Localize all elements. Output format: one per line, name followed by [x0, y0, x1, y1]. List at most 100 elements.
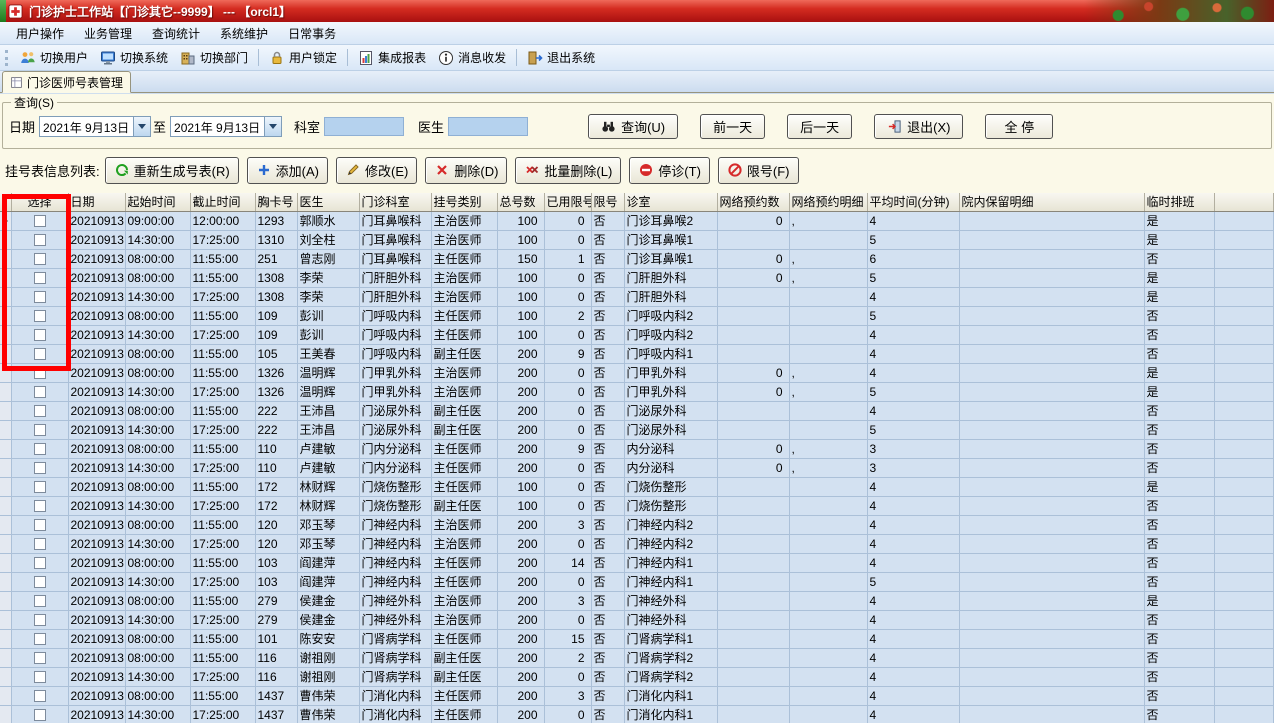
table-row[interactable]: 20210913 14:30:00 17:25:00 1326 温明辉 门甲乳外科 主治医师…: [0, 382, 1274, 402]
column-header-avg-minutes[interactable]: 平均时间(分钟): [867, 193, 960, 212]
regenerate-button[interactable]: 重新生成号表(R): [104, 156, 239, 184]
row-checkbox[interactable]: [34, 576, 46, 589]
date-from-picker[interactable]: 2021年 9月13日: [39, 115, 152, 137]
table-row[interactable]: 20210913 14:30:00 17:25:00 116 谢祖刚 门肾病学科 副主任医 2…: [0, 667, 1274, 687]
column-header-start-time[interactable]: 起始时间: [125, 193, 191, 212]
edit-button[interactable]: 修改(E): [336, 156, 418, 184]
row-checkbox[interactable]: [34, 671, 46, 684]
table-row[interactable]: 20210913 08:00:00 11:55:00 105 王美春 门呼吸内科 副主任医 2…: [0, 344, 1274, 364]
date-to-picker[interactable]: 2021年 9月13日: [170, 115, 283, 137]
menu-system-maint[interactable]: 系统维护: [210, 21, 278, 46]
search-button[interactable]: 查询(U): [588, 113, 679, 139]
table-row[interactable]: 20210913 14:30:00 17:25:00 279 侯建金 门神经外科 主治医师 2…: [0, 610, 1274, 630]
exit-button[interactable]: 退出(X): [874, 113, 964, 139]
toolbar-switch-system[interactable]: 切换系统: [94, 47, 174, 68]
column-header-used-limit[interactable]: 已用限号: [544, 193, 592, 212]
row-checkbox[interactable]: [34, 310, 46, 323]
row-checkbox[interactable]: [34, 405, 46, 418]
row-checkbox[interactable]: [34, 652, 46, 665]
table-row[interactable]: 20210913 14:30:00 17:25:00 172 林财辉 门烧伤整形 副主任医 1…: [0, 496, 1274, 516]
column-header-card-no[interactable]: 胸卡号: [255, 193, 298, 212]
column-header-dept[interactable]: 门诊科室: [359, 193, 432, 212]
stop-visit-button[interactable]: 停诊(T): [629, 156, 710, 184]
table-row[interactable]: 20210913 08:00:00 11:55:00 110 卢建敏 门内分泌科 主任医师 2…: [0, 439, 1274, 459]
table-row[interactable]: 20210913 14:30:00 17:25:00 109 彭训 门呼吸内科 主任医师 10…: [0, 325, 1274, 345]
prev-day-button[interactable]: 前一天: [700, 113, 766, 139]
row-checkbox[interactable]: [34, 481, 46, 494]
row-checkbox[interactable]: [34, 386, 46, 399]
table-row[interactable]: 20210913 14:30:00 17:25:00 110 卢建敏 门内分泌科 主任医师 2…: [0, 458, 1274, 478]
table-row[interactable]: 20210913 14:30:00 17:25:00 103 阎建萍 门神经内科 主任医师 2…: [0, 572, 1274, 592]
menu-business[interactable]: 业务管理: [74, 21, 142, 46]
delete-button[interactable]: 删除(D): [425, 156, 508, 184]
toolbar-switch-dept[interactable]: 切换部门: [174, 47, 254, 68]
table-row[interactable]: 20210913 08:00:00 11:55:00 116 谢祖刚 门肾病学科 副主任医 2…: [0, 648, 1274, 668]
row-checkbox[interactable]: [34, 443, 46, 456]
batch-delete-button[interactable]: 批量删除(L): [515, 156, 622, 184]
row-checkbox[interactable]: [34, 329, 46, 342]
table-row[interactable]: 20210913 14:30:00 17:25:00 1310 刘全柱 门耳鼻喉科 主治医师…: [0, 230, 1274, 250]
table-row[interactable]: 20210913 08:00:00 11:55:00 109 彭训 门呼吸内科 主任医师 10…: [0, 306, 1274, 326]
row-checkbox[interactable]: [34, 234, 46, 247]
limit-number-button[interactable]: 限号(F): [717, 156, 799, 184]
column-header-temp-schedule[interactable]: 临时排班: [1144, 193, 1215, 212]
date-to-dropdown-button[interactable]: [264, 116, 282, 136]
toolbar-lock-user[interactable]: 用户锁定: [263, 47, 343, 68]
row-checkbox[interactable]: [34, 424, 46, 437]
column-header-select[interactable]: 选择: [11, 193, 69, 212]
menu-user-ops[interactable]: 用户操作: [6, 21, 74, 46]
table-row[interactable]: 20210913 08:00:00 11:55:00 103 阎建萍 门神经内科 主任医师 2…: [0, 553, 1274, 573]
next-day-button[interactable]: 后一天: [787, 113, 853, 139]
row-checkbox[interactable]: [34, 557, 46, 570]
row-checkbox[interactable]: [34, 500, 46, 513]
column-header-net-booking-count[interactable]: 网络预约数: [717, 193, 790, 212]
row-checkbox[interactable]: [34, 291, 46, 304]
column-header-room[interactable]: 诊室: [624, 193, 718, 212]
table-row[interactable]: 20210913 08:00:00 11:55:00 222 王沛昌 门泌尿外科 副主任医 2…: [0, 401, 1274, 421]
date-from-dropdown-button[interactable]: [133, 116, 151, 136]
row-checkbox[interactable]: [34, 253, 46, 266]
toolbar-integrated-report[interactable]: 集成报表: [352, 47, 432, 68]
toolbar-switch-user[interactable]: 切换用户: [14, 47, 94, 68]
table-row[interactable]: 20210913 14:30:00 17:25:00 222 王沛昌 门泌尿外科 副主任医 2…: [0, 420, 1274, 440]
dept-input[interactable]: [324, 116, 405, 136]
table-row[interactable]: 20210913 08:00:00 11:55:00 279 侯建金 门神经外科 主治医师 2…: [0, 591, 1274, 611]
table-row[interactable]: 20210913 14:30:00 17:25:00 1437 曹伟荣 门消化内科 主任医师…: [0, 705, 1274, 723]
add-button[interactable]: 添加(A): [246, 156, 329, 184]
tab-doctor-schedule[interactable]: 门诊医师号表管理: [2, 71, 132, 93]
row-checkbox[interactable]: [34, 614, 46, 627]
table-row[interactable]: 20210913 08:00:00 11:55:00 101 陈安安 门肾病学科 主任医师 2…: [0, 629, 1274, 649]
column-header-net-booking-detail[interactable]: 网络预约明细: [789, 193, 868, 212]
table-row[interactable]: 20210913 08:00:00 11:55:00 120 邓玉琴 门神经内科 主治医师 2…: [0, 515, 1274, 535]
table-row[interactable]: 20210913 14:30:00 17:25:00 120 邓玉琴 门神经内科 主治医师 2…: [0, 534, 1274, 554]
row-checkbox[interactable]: [34, 348, 46, 361]
column-header-reg-type[interactable]: 挂号类别: [431, 193, 498, 212]
toolbar-messages[interactable]: 消息收发: [432, 47, 512, 68]
column-header-doctor[interactable]: 医生: [297, 193, 360, 212]
column-header-total-count[interactable]: 总号数: [497, 193, 545, 212]
row-checkbox[interactable]: [34, 215, 46, 228]
table-row[interactable]: 20210913 08:00:00 11:55:00 1437 曹伟荣 门消化内科 主任医师…: [0, 686, 1274, 706]
table-row[interactable]: 20210913 08:00:00 11:55:00 1308 李荣 门肝胆外科 主治医师 1…: [0, 268, 1274, 288]
row-checkbox[interactable]: [34, 272, 46, 285]
column-header-date[interactable]: 日期: [68, 193, 126, 212]
row-checkbox[interactable]: [34, 538, 46, 551]
row-checkbox[interactable]: [34, 519, 46, 532]
doctor-input[interactable]: [448, 116, 529, 136]
toolbar-exit-system[interactable]: 退出系统: [521, 47, 601, 68]
table-row[interactable]: 20210913 09:00:00 12:00:00 1293 郭顺水 门耳鼻喉科 主治医师…: [0, 211, 1274, 231]
column-header-limit-flag[interactable]: 限号: [591, 193, 625, 212]
row-checkbox[interactable]: [34, 709, 46, 722]
row-checkbox[interactable]: [34, 690, 46, 703]
table-row[interactable]: 20210913 14:30:00 17:25:00 1308 李荣 门肝胆外科 主治医师 1…: [0, 287, 1274, 307]
table-row[interactable]: 20210913 08:00:00 11:55:00 1326 温明辉 门甲乳外科 主治医师…: [0, 363, 1274, 383]
column-header-hospital-reserve-detail[interactable]: 院内保留明细: [959, 193, 1145, 212]
menu-daily-affairs[interactable]: 日常事务: [278, 21, 346, 46]
stop-all-button[interactable]: 全 停: [985, 113, 1054, 139]
row-checkbox[interactable]: [34, 367, 46, 380]
row-checkbox[interactable]: [34, 462, 46, 475]
column-header-end-time[interactable]: 截止时间: [190, 193, 256, 212]
table-row[interactable]: 20210913 08:00:00 11:55:00 172 林财辉 门烧伤整形 主任医师 1…: [0, 477, 1274, 497]
row-checkbox[interactable]: [34, 633, 46, 646]
menu-query-stats[interactable]: 查询统计: [142, 21, 210, 46]
